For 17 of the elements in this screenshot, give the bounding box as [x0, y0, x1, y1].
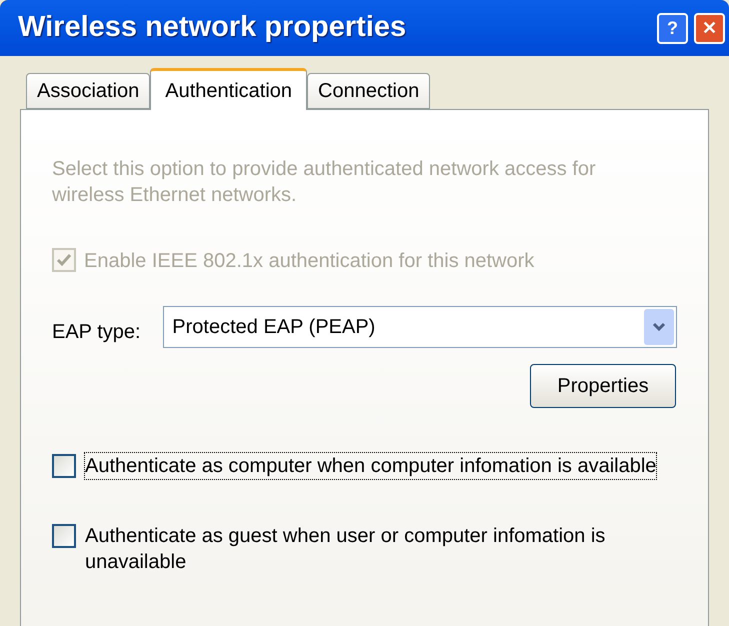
close-button[interactable]: ✕ — [694, 12, 725, 44]
checkmark-icon — [56, 253, 72, 267]
help-button[interactable]: ? — [657, 12, 688, 44]
checkbox[interactable] — [52, 454, 76, 478]
eap-type-label: EAP type: — [52, 320, 142, 345]
eap-type-dropdown[interactable]: Protected EAP (PEAP) — [163, 306, 677, 348]
dropdown-value: Protected EAP (PEAP) — [172, 315, 376, 340]
properties-button[interactable]: Properties — [530, 364, 676, 408]
description-text: Select this option to provide authenticated network access for wireless Ethernet networks. — [52, 157, 597, 208]
tab[interactable]: Association — [26, 73, 150, 109]
checkbox-label: Authenticate as guest when user or computer infomation is unavailable — [84, 524, 606, 575]
tab[interactable]: Authentication — [150, 68, 308, 110]
tab[interactable]: Connection — [307, 73, 430, 109]
checkbox[interactable] — [52, 524, 76, 548]
window-title: Wireless network properties — [18, 10, 406, 46]
checkbox-label: Enable IEEE 802.1x authentication for this network — [84, 249, 534, 274]
checkbox-label: Authenticate as computer when computer infomation is available — [84, 452, 658, 480]
